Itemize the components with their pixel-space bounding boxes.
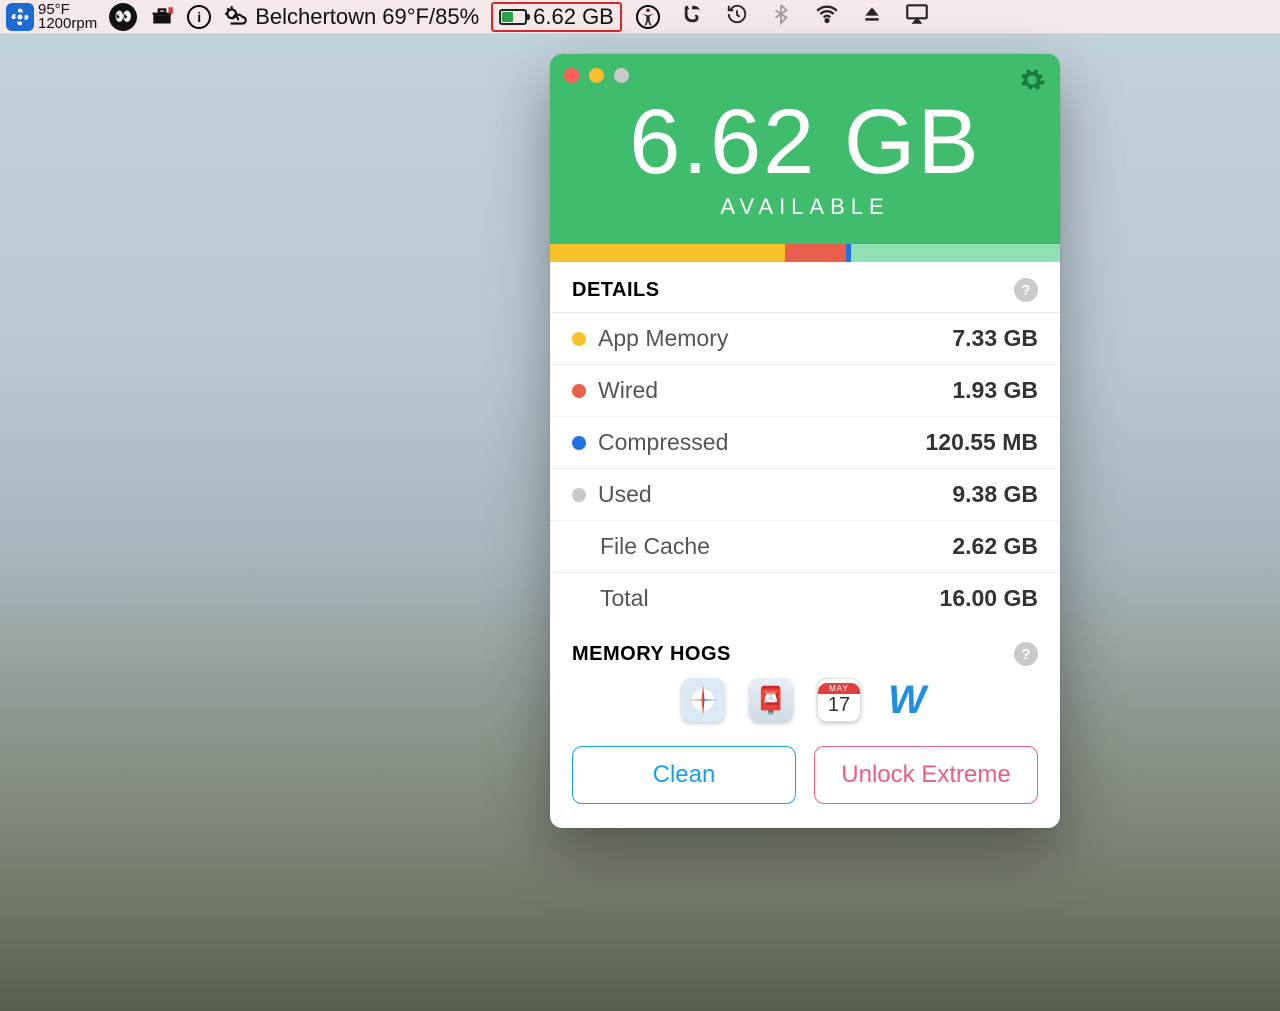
row-label: App Memory (598, 325, 728, 352)
clean-button[interactable]: Clean (572, 746, 796, 804)
menu-toolbox[interactable] (149, 0, 175, 33)
row-label: Total (600, 585, 649, 612)
weather-icon (223, 4, 249, 30)
row-value: 9.38 GB (952, 481, 1038, 508)
row-used: Used 9.38 GB (550, 469, 1060, 521)
window-header: 6.62 GB AVAILABLE (550, 54, 1060, 244)
details-header: DETAILS ? (550, 262, 1060, 312)
fan-icon (6, 3, 34, 31)
fan-rpm: 1200rpm (38, 17, 97, 31)
gear-icon (1018, 66, 1046, 94)
row-label: File Cache (600, 533, 710, 560)
memory-meter (550, 244, 1060, 262)
fan-readout: 95°F 1200rpm (38, 3, 97, 31)
traffic-lights (564, 68, 629, 83)
settings-button[interactable] (1018, 66, 1046, 99)
menu-info[interactable]: i (187, 0, 211, 33)
menu-evernote[interactable] (682, 3, 704, 31)
row-total: Total 16.00 GB (550, 573, 1060, 624)
cal-month: MAY (818, 683, 860, 694)
row-label: Wired (598, 377, 658, 404)
menu-right-cluster (636, 1, 930, 33)
eject-icon (862, 4, 882, 24)
details-help-button[interactable]: ? (1014, 278, 1038, 302)
hog-safari-icon[interactable] (681, 678, 725, 722)
action-buttons: Clean Unlock Extreme (550, 740, 1060, 828)
menu-fan-monitor[interactable]: 95°F 1200rpm (6, 0, 97, 33)
zoom-button[interactable] (614, 68, 629, 83)
hogs-title: MEMORY HOGS (572, 643, 731, 666)
meter-segment-wired (785, 244, 846, 262)
row-label: Compressed (598, 429, 728, 456)
weather-reading: 69°F/85% (382, 4, 479, 30)
details-rows: App Memory 7.33 GB Wired 1.93 GB Compres… (550, 312, 1060, 624)
row-value: 1.93 GB (952, 377, 1038, 404)
menu-weather[interactable]: Belchertown 69°F/85% (223, 0, 479, 33)
close-button[interactable] (564, 68, 579, 83)
menu-bluetooth[interactable] (770, 3, 792, 31)
menu-bar: 95°F 1200rpm i Belchertown 69°F/85% 6.62… (0, 0, 1280, 34)
hog-calendar-icon[interactable]: MAY 17 (817, 678, 861, 722)
row-value: 2.62 GB (952, 533, 1038, 560)
hog-word-icon[interactable]: W (885, 678, 929, 722)
hog-mail-icon[interactable] (749, 678, 793, 722)
row-compressed: Compressed 120.55 MB (550, 417, 1060, 469)
dot-wired-icon (572, 384, 586, 398)
mascot-icon (109, 3, 137, 31)
details-title: DETAILS (572, 279, 660, 302)
wifi-icon (814, 1, 840, 27)
elephant-icon (682, 3, 704, 25)
menu-airplay[interactable] (904, 1, 930, 33)
airplay-icon (904, 1, 930, 27)
menu-memory-clean[interactable]: 6.62 GB (491, 2, 622, 32)
dot-app-icon (572, 332, 586, 346)
row-value: 7.33 GB (952, 325, 1038, 352)
info-icon: i (187, 5, 211, 29)
menu-memory-value: 6.62 GB (533, 4, 614, 30)
dot-used-icon (572, 488, 586, 502)
memory-hogs-section: MEMORY HOGS ? MAY 17 W (550, 624, 1060, 740)
minimize-button[interactable] (589, 68, 604, 83)
toolbox-icon (149, 4, 175, 30)
accessibility-icon (638, 6, 658, 28)
cal-day: 17 (828, 694, 850, 717)
row-value: 16.00 GB (940, 585, 1038, 612)
memory-battery-icon (499, 9, 527, 25)
bluetooth-icon (770, 3, 792, 25)
row-label: Used (598, 481, 652, 508)
row-file-cache: File Cache 2.62 GB (550, 521, 1060, 573)
memory-clean-window: 6.62 GB AVAILABLE DETAILS ? App Memory 7… (550, 54, 1060, 828)
menu-accessibility[interactable] (636, 5, 660, 29)
available-memory-value: 6.62 GB (550, 96, 1060, 188)
dot-compressed-icon (572, 436, 586, 450)
meter-segment-free (851, 244, 1060, 262)
menu-timemachine[interactable] (726, 3, 748, 31)
meter-segment-app (550, 244, 785, 262)
unlock-extreme-button[interactable]: Unlock Extreme (814, 746, 1038, 804)
row-wired: Wired 1.93 GB (550, 365, 1060, 417)
row-value: 120.55 MB (925, 429, 1038, 456)
available-label: AVAILABLE (550, 194, 1060, 220)
menu-eject[interactable] (862, 4, 882, 30)
hogs-help-button[interactable]: ? (1014, 642, 1038, 666)
clock-back-icon (726, 3, 748, 25)
weather-location: Belchertown (255, 4, 376, 30)
menu-mascot[interactable] (109, 0, 137, 33)
row-app-memory: App Memory 7.33 GB (550, 313, 1060, 365)
hog-app-icons: MAY 17 W (572, 668, 1038, 740)
menu-wifi[interactable] (814, 1, 840, 33)
